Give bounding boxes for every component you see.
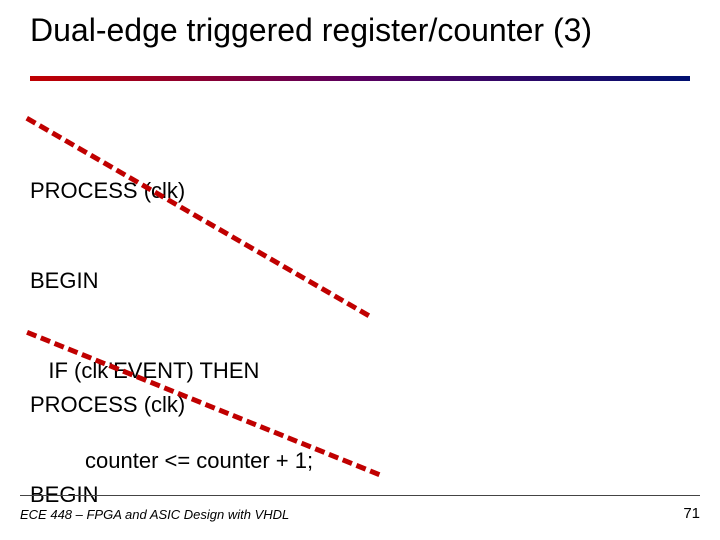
slide: Dual-edge triggered register/counter (3)… xyxy=(0,0,720,540)
footer-divider xyxy=(20,495,700,496)
code-line: PROCESS (clk) xyxy=(30,390,313,420)
page-number: 71 xyxy=(683,505,700,522)
slide-title: Dual-edge triggered register/counter (3) xyxy=(30,12,592,49)
code-line: BEGIN xyxy=(30,266,313,296)
footer-text: ECE 448 – FPGA and ASIC Design with VHDL xyxy=(20,507,289,522)
title-underline xyxy=(30,76,690,81)
